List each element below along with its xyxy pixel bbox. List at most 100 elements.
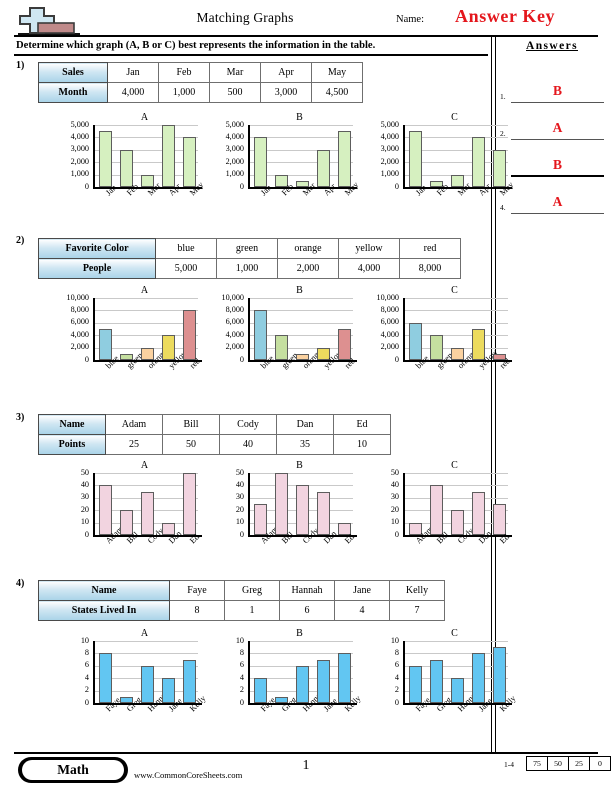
chart-title: C <box>451 628 458 639</box>
chart-title: B <box>296 112 303 123</box>
table-header-cell: Name <box>38 580 170 601</box>
y-axis-tick-label: 0 <box>84 697 89 707</box>
y-axis <box>248 473 250 537</box>
bar <box>274 473 288 535</box>
page-header: Matching Graphs Name: Answer Key <box>0 0 612 38</box>
table-cell: 1,000 <box>216 258 278 279</box>
table-cell: Dan <box>276 414 334 435</box>
table-cell: Ed <box>333 414 391 435</box>
plot-area: 0 10 20 30 40 50 Adam Bill Cody Dan Ed <box>81 468 202 545</box>
chart-title: A <box>140 285 149 296</box>
bar <box>316 659 330 703</box>
chart-title: A <box>140 628 149 639</box>
problem-number: 4) <box>16 578 25 589</box>
bar <box>140 665 154 703</box>
chart-title: C <box>451 460 458 471</box>
y-axis-tick-label: 4,000 <box>225 329 244 339</box>
y-axis-tick-label: 5,000 <box>225 119 244 129</box>
y-axis-tick-label: 1,000 <box>225 169 244 179</box>
y-axis-tick-label: 8,000 <box>225 304 244 314</box>
gridline <box>403 641 508 642</box>
y-axis-tick-label: 2 <box>84 685 89 695</box>
score-cell: 50 <box>547 756 569 771</box>
table-header-cell: Points <box>38 434 106 455</box>
y-axis-tick-label: 6,000 <box>380 317 399 327</box>
table-cell: Hannah <box>279 580 335 601</box>
y-axis <box>403 473 405 537</box>
plot-area: 0 1,000 2,000 3,000 4,000 5,000 Jan Feb Mar Apr Ma… <box>71 120 206 197</box>
plot-area: 0 2 4 6 8 10 Faye Greg Hannah Jane Kelly <box>391 636 518 713</box>
chart-title: B <box>296 460 303 471</box>
table-header-cell: Name <box>38 414 106 435</box>
gridline <box>93 125 198 126</box>
chart-title: C <box>451 112 458 123</box>
y-axis-tick-label: 4,000 <box>380 329 399 339</box>
y-axis-tick-label: 4,000 <box>380 131 399 141</box>
table-cell: 50 <box>162 434 220 455</box>
y-axis-tick-label: 2,000 <box>225 342 244 352</box>
table-cell: 4,000 <box>338 258 400 279</box>
y-axis-tick-label: 10 <box>80 517 89 527</box>
y-axis-tick-label: 2,000 <box>225 156 244 166</box>
page-number: 1 <box>302 758 310 773</box>
table-cell: yellow <box>338 238 400 259</box>
bar <box>408 131 422 187</box>
answers-title: Answers <box>526 40 578 52</box>
table-cell: Greg <box>224 580 280 601</box>
y-axis-tick-label: 4 <box>239 672 244 682</box>
y-axis-tick-label: 0 <box>84 181 89 191</box>
y-axis-tick-label: 40 <box>80 479 89 489</box>
gridline <box>248 125 353 126</box>
table-header-cell: Favorite Color <box>38 238 156 259</box>
gridline <box>403 310 508 312</box>
y-axis-tick-label: 30 <box>390 492 399 502</box>
table-cell: 6 <box>279 600 335 621</box>
bar <box>98 131 112 187</box>
name-label: Name: <box>396 14 424 25</box>
table-cell: 40 <box>219 434 277 455</box>
y-axis-tick-label: 10,000 <box>66 292 89 302</box>
bar <box>182 473 196 535</box>
bar <box>492 504 506 535</box>
worksheet-page: Matching Graphs Name: Answer Key Determi… <box>0 0 612 792</box>
gridline <box>248 473 353 474</box>
y-axis <box>248 125 250 189</box>
y-axis-tick-label: 8 <box>84 647 89 657</box>
footer-divider <box>14 752 598 754</box>
table-row: Points 25 50 40 35 10 <box>38 434 391 455</box>
y-axis-tick-label: 0 <box>84 529 89 539</box>
y-axis-tick-label: 0 <box>394 529 399 539</box>
bar <box>253 310 267 360</box>
y-axis <box>93 641 95 705</box>
y-axis-tick-label: 4,000 <box>70 131 89 141</box>
y-axis <box>403 641 405 705</box>
answers-panel: Answers 1. B 2. A 3. B 4. A <box>500 40 604 214</box>
table-cell: Cody <box>219 414 277 435</box>
y-axis-tick-label: 3,000 <box>70 144 89 154</box>
table-cell: May <box>311 62 363 83</box>
answer-blank-line[interactable] <box>511 212 604 214</box>
data-table: Favorite Color blue green orange yellow red Pe… <box>38 238 461 279</box>
y-axis-tick-label: 20 <box>235 504 244 514</box>
table-cell: Faye <box>169 580 225 601</box>
bar <box>182 310 196 360</box>
gridline <box>403 125 508 126</box>
y-axis-tick-label: 40 <box>235 479 244 489</box>
bar <box>337 329 351 360</box>
y-axis <box>403 298 405 362</box>
y-axis <box>93 125 95 189</box>
table-cell: 500 <box>209 82 261 103</box>
table-header-cell: Month <box>38 82 108 103</box>
bar <box>471 329 485 360</box>
y-axis-tick-label: 30 <box>235 492 244 502</box>
table-cell: 7 <box>389 600 445 621</box>
bar <box>492 647 506 703</box>
table-cell: 4,500 <box>311 82 363 103</box>
bar <box>408 665 422 703</box>
y-axis-tick-label: 2 <box>394 685 399 695</box>
y-axis-tick-label: 50 <box>80 467 89 477</box>
y-axis <box>248 298 250 362</box>
chart-title: A <box>140 112 149 123</box>
table-cell: Bill <box>162 414 220 435</box>
plot-area: 0 2,000 4,000 6,000 8,000 10,000 blue green oran… <box>66 293 202 370</box>
